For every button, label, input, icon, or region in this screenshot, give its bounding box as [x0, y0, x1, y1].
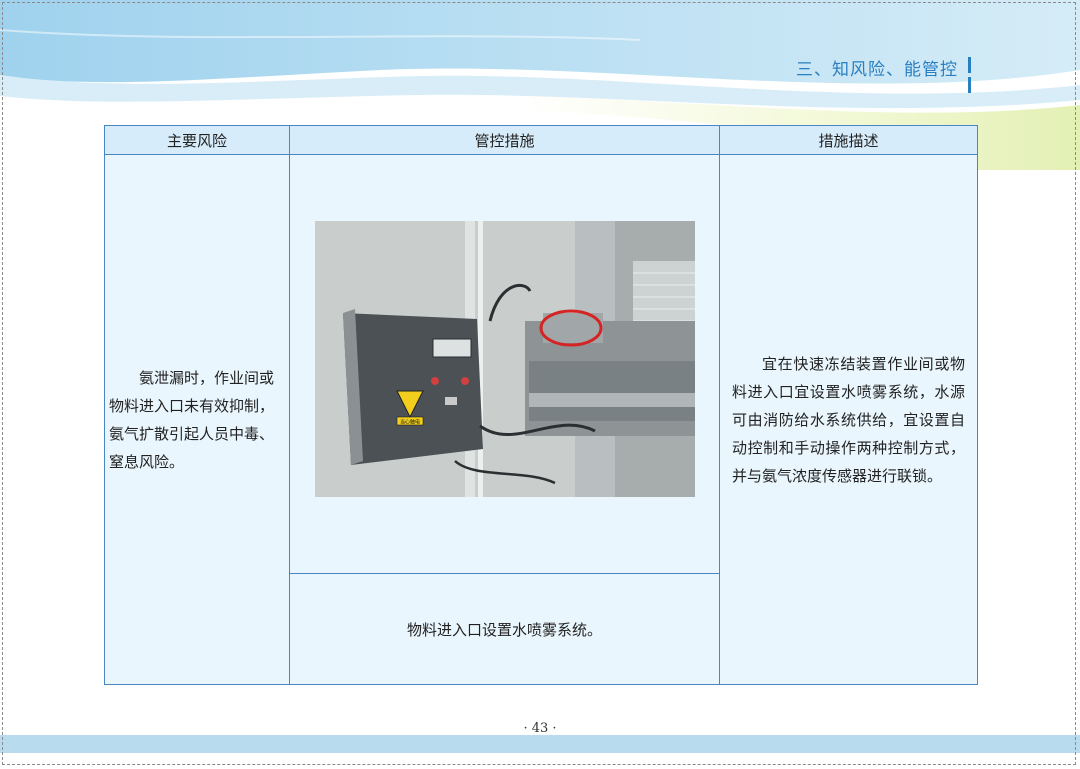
section-title: 三、知风险、能管控 — [796, 60, 958, 80]
risk-cell: 氨泄漏时，作业间或物料进入口未有效抑制，氨气扩散引起人员中毒、窒息风险。 — [104, 154, 290, 685]
water-spray-control-photo: 当心触电 — [314, 221, 695, 497]
page-number: · 43 · — [523, 721, 557, 736]
hazard-sign-text: 当心触电 — [399, 419, 419, 426]
risk-text: 氨泄漏时，作业间或物料进入口未有效抑制，氨气扩散引起人员中毒、窒息风险。 — [109, 368, 275, 471]
description-cell: 宜在快速冻结装置作业间或物料进入口宜设置水喷雾系统，水源可由消防给水系统供给，宜… — [719, 154, 978, 685]
title-bar-icon — [968, 57, 977, 93]
description-text: 宜在快速冻结装置作业间或物料进入口宜设置水喷雾系统，水源可由消防给水系统供给，宜… — [732, 354, 965, 485]
measure-caption: 物料进入口设置水喷雾系统。 — [406, 620, 602, 639]
header-main-risk: 主要风险 — [104, 125, 290, 155]
table-header-row: 主要风险 管控措施 措施描述 — [104, 125, 978, 155]
header-control-measure: 管控措施 — [289, 125, 720, 155]
bottom-decorative-band — [0, 735, 1080, 753]
risk-control-table: 主要风险 管控措施 措施描述 氨泄漏时，作业间或物料进入口未有效抑制，氨气扩散引… — [104, 125, 978, 685]
header-measure-description: 措施描述 — [719, 125, 978, 155]
measure-caption-cell: 物料进入口设置水喷雾系统。 — [289, 573, 720, 685]
table-row: 氨泄漏时，作业间或物料进入口未有效抑制，氨气扩散引起人员中毒、窒息风险。 当心触… — [104, 154, 978, 685]
photo-cell: 当心触电 — [289, 154, 720, 574]
